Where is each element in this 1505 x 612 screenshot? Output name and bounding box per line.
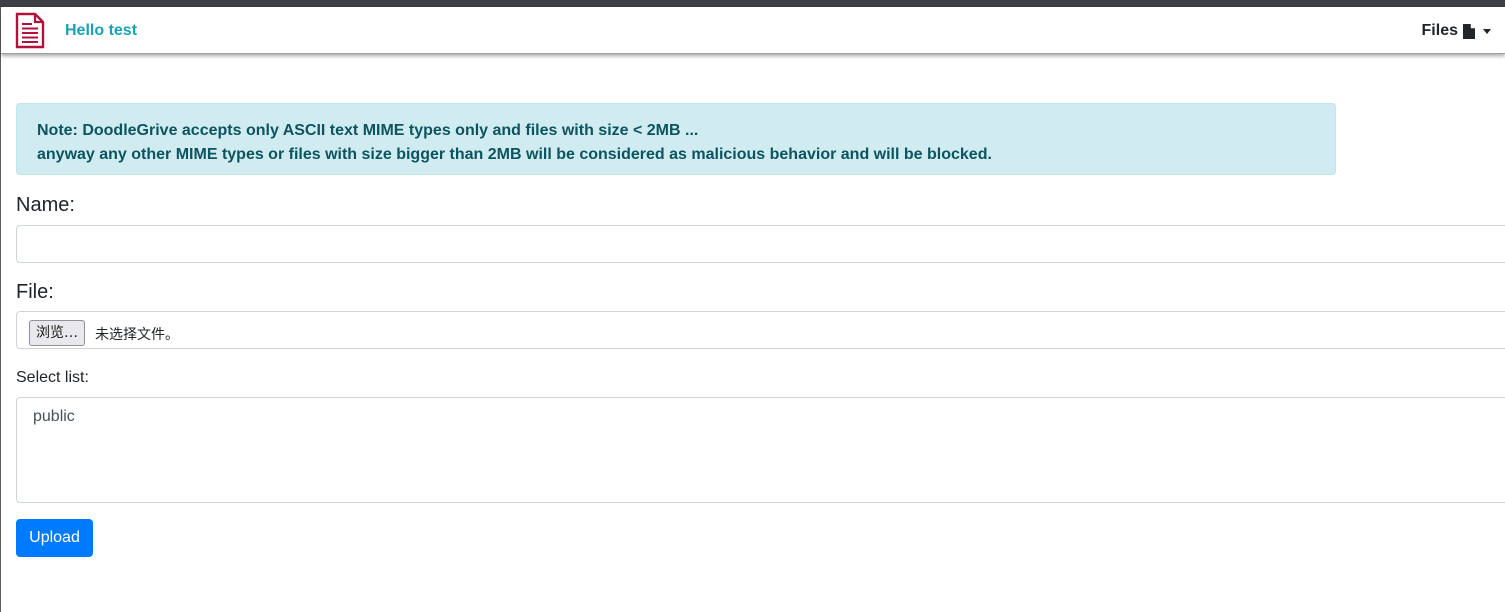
- files-dropdown-toggle[interactable]: Files: [1422, 22, 1491, 40]
- page: Hello test Files Note: DoodleGrive accep…: [0, 0, 1505, 612]
- select-option-public[interactable]: public: [33, 408, 75, 426]
- files-menu-label: Files: [1421, 22, 1458, 39]
- upload-button[interactable]: Upload: [16, 519, 93, 557]
- file-icon: [1463, 23, 1475, 39]
- browser-top-strip: [0, 0, 1505, 7]
- document-lines-icon[interactable]: [15, 12, 45, 49]
- window-left-edge: [0, 7, 1, 612]
- alert-line-2: anyway any other MIME types or files wit…: [37, 146, 992, 163]
- file-input[interactable]: 浏览… 未选择文件。: [16, 311, 1505, 349]
- navbar: Hello test Files: [1, 7, 1505, 54]
- name-input[interactable]: [16, 225, 1505, 263]
- name-label: Name:: [16, 194, 75, 216]
- browse-button[interactable]: 浏览…: [29, 320, 85, 346]
- info-alert: Note: DoodleGrive accepts only ASCII tex…: [16, 103, 1336, 175]
- no-file-selected-text: 未选择文件。: [95, 327, 179, 343]
- chevron-down-icon: [1483, 28, 1491, 34]
- file-label: File:: [16, 281, 54, 303]
- select-list-label: Select list:: [16, 369, 89, 386]
- alert-line-1: Note: DoodleGrive accepts only ASCII tex…: [37, 122, 699, 139]
- select-list[interactable]: public: [16, 397, 1505, 503]
- brand-link[interactable]: Hello test: [65, 22, 137, 40]
